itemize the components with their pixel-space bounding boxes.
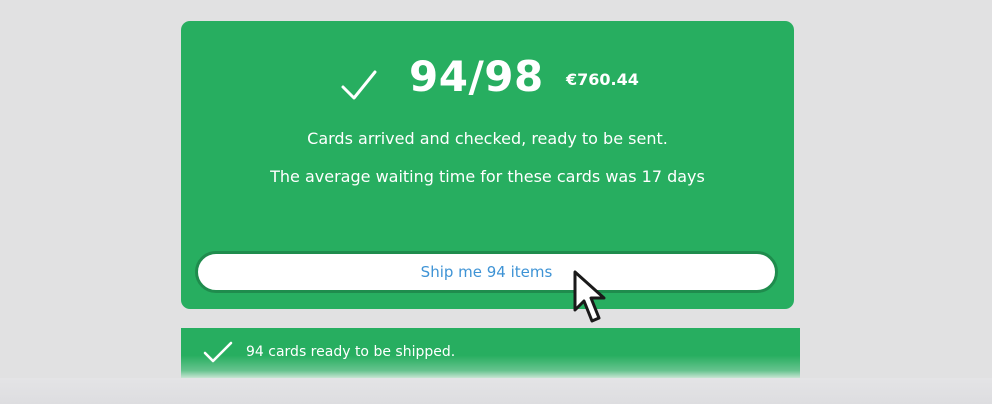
ship-items-button[interactable]: Ship me 94 items xyxy=(195,251,778,293)
total-price: €760.44 xyxy=(566,70,639,89)
shipping-notice-bar: 94 cards ready to be shipped. xyxy=(181,328,800,378)
pointer-cursor-icon xyxy=(573,270,606,323)
checkmark-icon xyxy=(203,341,233,363)
shipping-notice-text: 94 cards ready to be shipped. xyxy=(246,344,456,360)
waiting-time-message: The average waiting time for these cards… xyxy=(270,167,705,186)
page-bottom-band xyxy=(0,378,992,404)
arrived-message: Cards arrived and checked, ready to be s… xyxy=(307,129,668,148)
ready-to-ship-card: 94/98 €760.44 Cards arrived and checked,… xyxy=(181,21,794,309)
checkmark-icon xyxy=(341,70,377,100)
cards-count: 94/98 xyxy=(409,52,544,101)
